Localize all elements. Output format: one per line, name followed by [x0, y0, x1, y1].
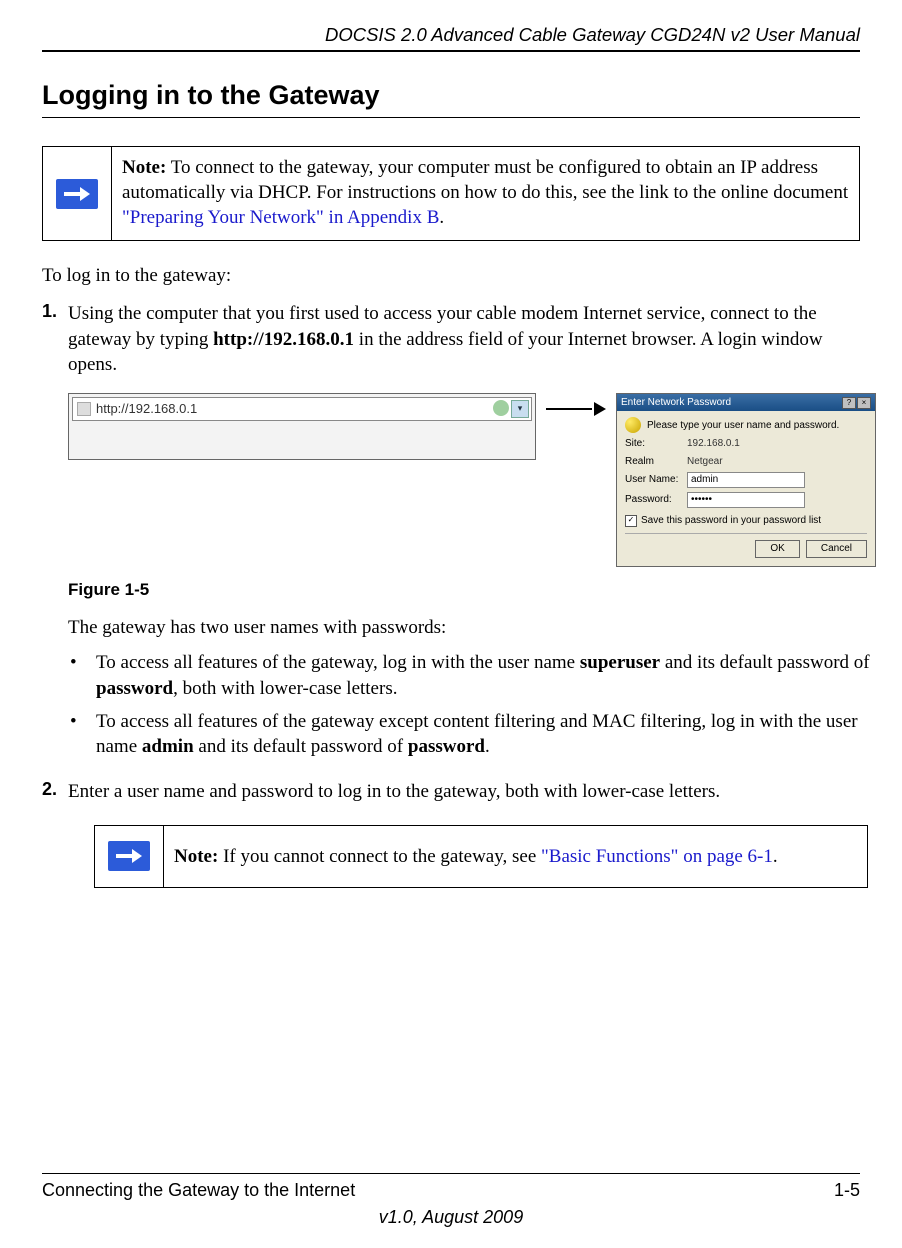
realm-label: Realm — [625, 455, 687, 468]
step-2: 2. Enter a user name and password to log… — [42, 779, 860, 911]
step-2-number: 2. — [42, 779, 68, 911]
bullet1-b2: password — [96, 678, 173, 699]
bullet-2: • To access all features of the gateway … — [68, 709, 876, 760]
login-dialog-titlebar: Enter Network Password ?× — [617, 394, 875, 411]
note-after-link: . — [439, 207, 444, 228]
footer-rule — [42, 1173, 860, 1174]
note-icon-cell — [43, 147, 112, 240]
username-label: User Name: — [625, 473, 687, 486]
step-1-number: 1. — [42, 301, 68, 769]
password-input[interactable]: •••••• — [687, 492, 805, 508]
step-1: 1. Using the computer that you first use… — [42, 301, 860, 769]
address-bar-url: http://192.168.0.1 — [96, 400, 197, 417]
bullet2-b2: password — [408, 736, 485, 757]
page-footer: Connecting the Gateway to the Internet 1… — [42, 1173, 860, 1228]
bullet2-b1: admin — [142, 736, 194, 757]
bullet1-d: , both with lower-case letters. — [173, 678, 397, 699]
site-value: 192.168.0.1 — [687, 437, 740, 450]
bullet-dot: • — [68, 650, 96, 701]
window-buttons: ?× — [841, 396, 871, 409]
bullet-dot: • — [68, 709, 96, 760]
footer-right-page: 1-5 — [834, 1180, 860, 1201]
realm-value: Netgear — [687, 455, 723, 468]
go-icon[interactable] — [493, 400, 509, 416]
note-icon-cell — [95, 826, 164, 887]
note-label: Note: — [174, 846, 218, 867]
site-label: Site: — [625, 437, 687, 450]
note-box-2: Note: If you cannot connect to the gatew… — [94, 825, 868, 888]
password-label: Password: — [625, 493, 687, 506]
bullet1-a: To access all features of the gateway, l… — [96, 652, 580, 673]
arrow-right-icon — [56, 179, 98, 209]
help-icon[interactable]: ? — [842, 397, 856, 409]
ok-button[interactable]: OK — [755, 540, 799, 557]
login-prompt: Please type your user name and password. — [647, 419, 839, 432]
intro-text: To log in to the gateway: — [42, 265, 860, 287]
note-text-body: To connect to the gateway, your computer… — [122, 157, 848, 203]
key-icon — [625, 417, 641, 433]
figure-caption: Figure 1-5 — [68, 579, 876, 602]
close-icon[interactable]: × — [857, 397, 871, 409]
bullet1-b1: superuser — [580, 652, 660, 673]
arrow-icon — [546, 399, 606, 419]
bullet2-d: . — [485, 736, 490, 757]
step-2-text: Enter a user name and password to log in… — [68, 781, 720, 802]
step-1-url: http://192.168.0.1 — [213, 329, 354, 350]
sub-intro: The gateway has two user names with pass… — [68, 615, 876, 640]
note2-link[interactable]: "Basic Functions" on page 6-1 — [541, 846, 773, 867]
note-label: Note: — [122, 157, 166, 178]
cancel-button[interactable]: Cancel — [806, 540, 867, 557]
note-box-1: Note: To connect to the gateway, your co… — [42, 146, 860, 241]
note-text: Note: If you cannot connect to the gatew… — [164, 826, 867, 887]
bullet2-c: and its default password of — [194, 736, 408, 757]
note-text: Note: To connect to the gateway, your co… — [112, 147, 859, 240]
login-dialog: Enter Network Password ?× Please type yo… — [616, 393, 876, 566]
username-input[interactable]: admin — [687, 472, 805, 488]
address-bar[interactable]: http://192.168.0.1 ▾ — [72, 397, 532, 421]
note2-text-body: If you cannot connect to the gateway, se… — [218, 846, 541, 867]
save-password-row: ✓ Save this password in your password li… — [625, 514, 867, 527]
arrow-right-icon — [108, 841, 150, 871]
document-header: DOCSIS 2.0 Advanced Cable Gateway CGD24N… — [42, 24, 860, 46]
note-link[interactable]: "Preparing Your Network" in Appendix B — [122, 207, 439, 228]
note2-after-link: . — [773, 846, 778, 867]
save-password-checkbox[interactable]: ✓ — [625, 515, 637, 527]
figure-diagram: http://192.168.0.1 ▾ Enter Network Passw… — [68, 393, 876, 566]
dropdown-icon[interactable]: ▾ — [511, 400, 529, 418]
address-bar-wrap: http://192.168.0.1 ▾ — [68, 393, 536, 460]
save-password-label: Save this password in your password list — [641, 514, 821, 527]
header-rule — [42, 50, 860, 52]
bullet-1: • To access all features of the gateway,… — [68, 650, 876, 701]
heading-rule — [42, 117, 860, 118]
bullet1-c: and its default password of — [660, 652, 869, 673]
login-dialog-title: Enter Network Password — [621, 396, 731, 409]
footer-left: Connecting the Gateway to the Internet — [42, 1180, 355, 1201]
footer-version: v1.0, August 2009 — [42, 1207, 860, 1228]
section-heading: Logging in to the Gateway — [42, 80, 860, 111]
url-icon — [77, 402, 91, 416]
